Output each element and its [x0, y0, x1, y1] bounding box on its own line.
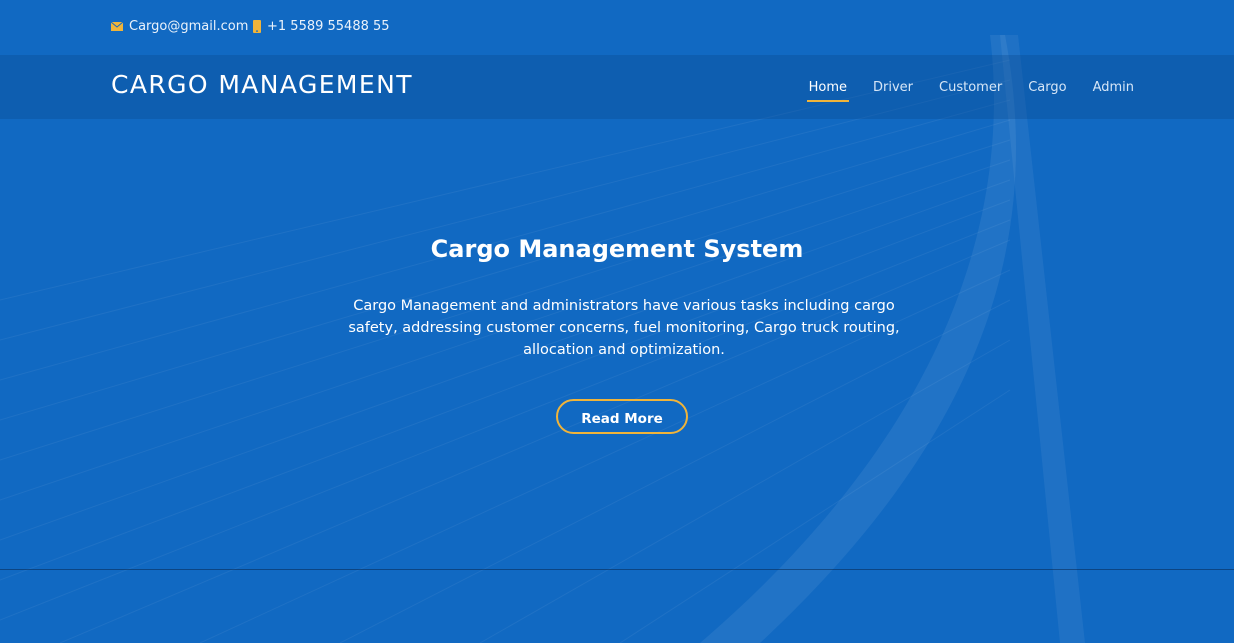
- main-navbar: CARGO MANAGEMENT Home Driver Customer Ca…: [0, 55, 1234, 119]
- hero-description: Cargo Management and administrators have…: [348, 298, 900, 358]
- hero-section: Cargo Management System Cargo Management…: [0, 119, 1234, 569]
- contact-phone-text: +1 5589 55488 55: [267, 19, 390, 34]
- site-logo-text[interactable]: CARGO MANAGEMENT: [111, 70, 413, 99]
- nav-link-driver[interactable]: Driver: [873, 80, 913, 101]
- contact-email[interactable]: Cargo@gmail.com: [111, 19, 248, 34]
- hero-title: Cargo Management System: [430, 235, 804, 263]
- section-divider: [0, 569, 1234, 570]
- phone-icon: [253, 20, 261, 33]
- nav-link-customer[interactable]: Customer: [939, 80, 1002, 101]
- contact-phone[interactable]: +1 5589 55488 55: [253, 19, 390, 34]
- nav-link-admin[interactable]: Admin: [1093, 80, 1134, 101]
- nav-links: Home Driver Customer Cargo Admin: [806, 80, 1134, 102]
- top-contact-bar: Cargo@gmail.com +1 5589 55488 55: [0, 0, 1234, 55]
- nav-link-home[interactable]: Home: [806, 80, 850, 102]
- read-more-button[interactable]: Read More: [556, 399, 688, 434]
- mail-icon: [111, 22, 123, 31]
- nav-link-cargo[interactable]: Cargo: [1028, 80, 1066, 101]
- contact-email-text: Cargo@gmail.com: [129, 19, 249, 34]
